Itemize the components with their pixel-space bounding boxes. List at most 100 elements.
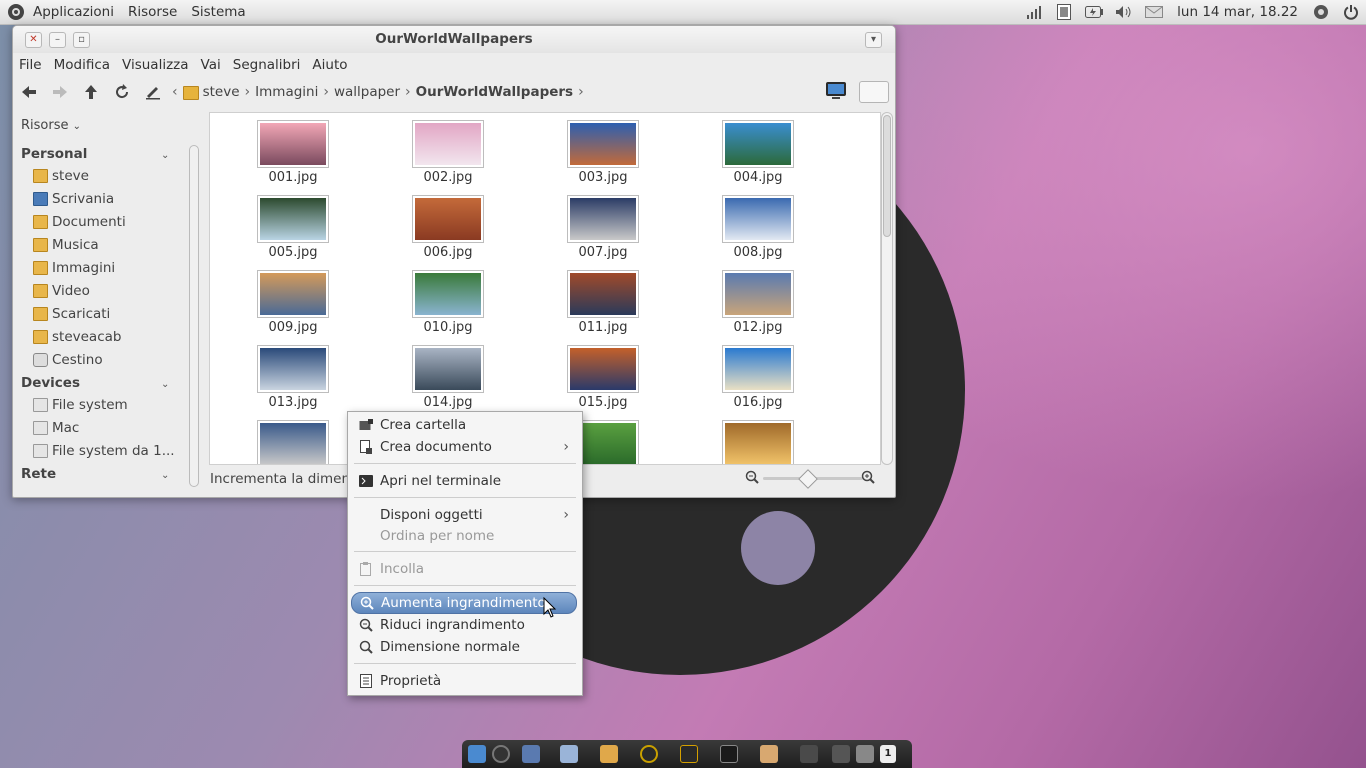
user-status-icon[interactable] bbox=[1312, 4, 1330, 20]
menu-file[interactable]: File bbox=[13, 57, 48, 73]
battery-icon[interactable] bbox=[1085, 4, 1104, 20]
menu-item-arrange-items[interactable]: Disponi oggetti › bbox=[351, 504, 577, 526]
chevron-down-icon[interactable]: ⌄ bbox=[161, 470, 169, 481]
breadcrumb-wallpaper[interactable]: wallpaper bbox=[329, 84, 405, 100]
settings-icon[interactable] bbox=[800, 745, 818, 763]
zoom-out-icon[interactable] bbox=[745, 470, 759, 488]
file-item[interactable]: 003.jpg bbox=[548, 121, 658, 185]
terminal-icon[interactable] bbox=[720, 745, 738, 763]
browser-icon[interactable] bbox=[492, 745, 510, 763]
file-item[interactable]: 013.jpg bbox=[238, 346, 348, 410]
minimize-button[interactable]: – bbox=[49, 32, 66, 48]
text-editor-icon[interactable] bbox=[760, 745, 778, 763]
file-item[interactable]: 008.jpg bbox=[703, 196, 813, 260]
file-manager-icon[interactable] bbox=[522, 745, 540, 763]
menu-bookmarks[interactable]: Segnalibri bbox=[227, 57, 307, 73]
menu-item-open-terminal[interactable]: Apri nel terminale bbox=[351, 470, 577, 492]
menu-view[interactable]: Visualizza bbox=[116, 57, 195, 73]
section-personal[interactable]: Personal bbox=[21, 146, 87, 162]
back-button[interactable] bbox=[18, 81, 40, 103]
view-toggle-button[interactable] bbox=[859, 81, 889, 103]
maximize-button[interactable]: ▫ bbox=[73, 32, 90, 48]
file-item[interactable]: 006.jpg bbox=[393, 196, 503, 260]
file-item[interactable]: 005.jpg bbox=[238, 196, 348, 260]
sidebar-item-steve[interactable]: steve bbox=[33, 165, 183, 187]
sidebar-item-musica[interactable]: Musica bbox=[33, 234, 183, 256]
titlebar[interactable]: OurWorldWallpapers ✕ – ▫ ▾ bbox=[13, 26, 895, 53]
volume-icon[interactable] bbox=[1115, 4, 1133, 20]
show-desktop-icon[interactable] bbox=[468, 745, 486, 763]
file-item[interactable]: 009.jpg bbox=[238, 271, 348, 335]
distro-logo-icon[interactable] bbox=[8, 4, 24, 20]
file-item[interactable]: 016.jpg bbox=[703, 346, 813, 410]
window-menu-button[interactable]: ▾ bbox=[865, 32, 882, 48]
file-item[interactable]: 012.jpg bbox=[703, 271, 813, 335]
zoom-in-icon[interactable] bbox=[861, 470, 875, 488]
keyboard-layout-icon[interactable] bbox=[1055, 4, 1073, 20]
menu-item-paste[interactable]: Incolla bbox=[351, 558, 577, 580]
menu-edit[interactable]: Modifica bbox=[48, 57, 116, 73]
file-item[interactable] bbox=[238, 421, 348, 464]
image-viewer-icon[interactable] bbox=[600, 745, 618, 763]
breadcrumb-home[interactable]: steve bbox=[178, 84, 245, 100]
sidebar-item-filesystem-other[interactable]: File system da 1... bbox=[33, 440, 183, 462]
file-item[interactable]: 014.jpg bbox=[393, 346, 503, 410]
system-monitor-icon[interactable] bbox=[680, 745, 698, 763]
sidebar-item-filesystem[interactable]: File system bbox=[33, 394, 183, 416]
scrollbar-thumb[interactable] bbox=[883, 115, 891, 237]
sidebar-item-scaricati[interactable]: Scaricati bbox=[33, 303, 183, 325]
breadcrumb-scroll-right-icon[interactable]: › bbox=[578, 84, 584, 100]
clock[interactable]: lun 14 mar, 18.22 bbox=[1177, 4, 1298, 20]
reload-button[interactable] bbox=[111, 81, 133, 103]
zoom-slider[interactable] bbox=[763, 469, 863, 489]
breadcrumb-immagini[interactable]: Immagini bbox=[250, 84, 323, 100]
trash-icon[interactable] bbox=[856, 745, 874, 763]
menu-help[interactable]: Aiuto bbox=[306, 57, 353, 73]
file-item[interactable]: 010.jpg bbox=[393, 271, 503, 335]
computer-view-button[interactable] bbox=[825, 81, 849, 101]
menu-applications[interactable]: Applicazioni bbox=[26, 0, 121, 24]
file-item[interactable] bbox=[703, 421, 813, 464]
media-player-icon[interactable] bbox=[640, 745, 658, 763]
sidebar-item-cestino[interactable]: Cestino bbox=[33, 349, 183, 371]
workspace-switcher[interactable]: 1 bbox=[880, 745, 896, 763]
mail-icon[interactable] bbox=[1145, 4, 1164, 20]
chevron-down-icon[interactable]: ⌄ bbox=[161, 150, 169, 161]
sidebar-header[interactable]: Risorse ⌄ bbox=[21, 118, 81, 133]
file-grid-scrollbar[interactable] bbox=[881, 112, 893, 465]
zoom-slider-handle[interactable] bbox=[798, 469, 818, 489]
sidebar-item-scrivania[interactable]: Scrivania bbox=[33, 188, 183, 210]
up-button[interactable] bbox=[80, 81, 102, 103]
section-devices[interactable]: Devices bbox=[21, 375, 80, 391]
section-network[interactable]: Rete bbox=[21, 466, 56, 482]
file-item[interactable]: 007.jpg bbox=[548, 196, 658, 260]
sidebar-item-mac[interactable]: Mac bbox=[33, 417, 183, 439]
menu-item-properties[interactable]: Proprietà bbox=[351, 670, 577, 692]
menu-item-normal-size[interactable]: Dimensione normale bbox=[351, 636, 577, 658]
menu-item-new-document[interactable]: Crea documento › bbox=[351, 436, 577, 458]
volume-icon[interactable] bbox=[832, 745, 850, 763]
sidebar-item-steveacab[interactable]: steveacab bbox=[33, 326, 183, 348]
file-item[interactable]: 004.jpg bbox=[703, 121, 813, 185]
file-item[interactable]: 001.jpg bbox=[238, 121, 348, 185]
sidebar-item-video[interactable]: Video bbox=[33, 280, 183, 302]
file-item[interactable]: 015.jpg bbox=[548, 346, 658, 410]
contacts-icon[interactable] bbox=[560, 745, 578, 763]
close-button[interactable]: ✕ bbox=[25, 32, 42, 48]
menu-item-sort-by-name[interactable]: Ordina per nome bbox=[351, 525, 577, 547]
menu-system[interactable]: Sistema bbox=[184, 0, 252, 24]
network-signal-icon[interactable] bbox=[1025, 4, 1043, 20]
menu-places[interactable]: Risorse bbox=[121, 0, 184, 24]
power-icon[interactable] bbox=[1342, 4, 1360, 20]
file-item[interactable]: 002.jpg bbox=[393, 121, 503, 185]
menu-go[interactable]: Vai bbox=[195, 57, 227, 73]
forward-button[interactable] bbox=[49, 81, 71, 103]
sidebar-scrollbar[interactable] bbox=[189, 145, 199, 487]
chevron-down-icon[interactable]: ⌄ bbox=[161, 379, 169, 390]
sidebar-item-documenti[interactable]: Documenti bbox=[33, 211, 183, 233]
breadcrumb-current[interactable]: OurWorldWallpapers bbox=[411, 84, 578, 100]
sidebar-item-immagini[interactable]: Immagini bbox=[33, 257, 183, 279]
menu-item-new-folder[interactable]: Crea cartella bbox=[351, 414, 577, 436]
file-item[interactable]: 011.jpg bbox=[548, 271, 658, 335]
edit-location-button[interactable] bbox=[142, 81, 164, 103]
